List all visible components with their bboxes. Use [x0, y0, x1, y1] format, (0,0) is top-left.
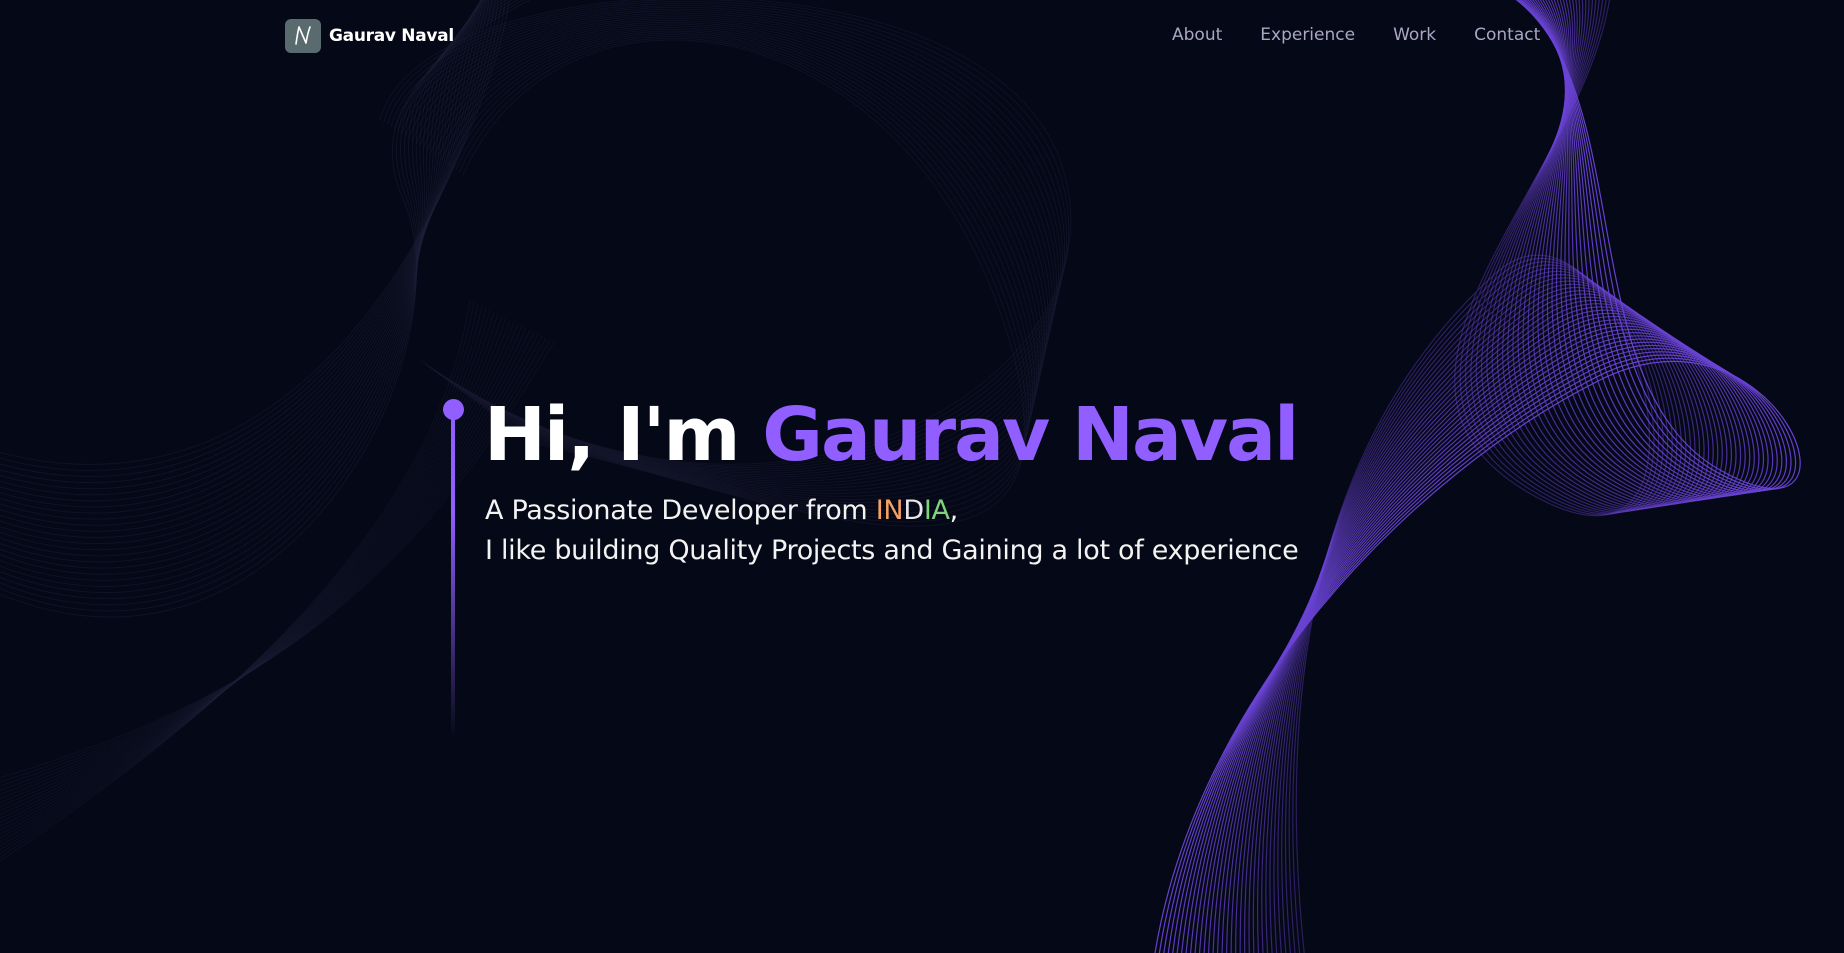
hero-accent-bar: [451, 417, 455, 739]
wave-line: [0, 301, 475, 858]
wave-line: [0, 0, 486, 514]
brand-home-link[interactable]: Gaurav Naval: [285, 19, 454, 53]
wave-line: [1248, 0, 1705, 953]
hero-line1-suffix: ,: [949, 495, 959, 526]
n-signature-logo-icon: [285, 19, 321, 53]
wave-line: [0, 339, 551, 783]
wave-line: [1230, 0, 1723, 953]
wave-line: [0, 317, 507, 827]
wave-line: [0, 313, 499, 835]
hero-greeting: Hi, I'm: [484, 392, 763, 478]
wave-line: [0, 341, 555, 779]
wave-line: [1244, 0, 1710, 953]
wave-line: [1226, 0, 1728, 953]
hero-title: Hi, I'm Gaurav Naval: [484, 383, 1299, 487]
page: Gaurav Naval About Experience Work Conta…: [0, 0, 1844, 953]
wave-line: [0, 303, 479, 855]
wave-line: [0, 309, 491, 843]
navbar: Gaurav Naval About Experience Work Conta…: [0, 0, 1844, 74]
wave-line: [0, 305, 483, 851]
country-letter: N: [883, 495, 904, 526]
country-letter: D: [903, 495, 924, 526]
wave-line: [1269, 0, 1682, 953]
wave-line: [1261, 0, 1691, 953]
wave-line: [0, 319, 511, 823]
nav-link-contact[interactable]: Contact: [1474, 25, 1540, 45]
wave-line: [1235, 0, 1719, 953]
wave-line: [0, 315, 503, 831]
nav-link-experience[interactable]: Experience: [1260, 25, 1355, 45]
wave-line: [0, 307, 487, 847]
wave-line: [0, 0, 495, 575]
wave-line: [1288, 0, 1660, 953]
wave-line: [0, 0, 490, 502]
wave-line: [1273, 0, 1678, 953]
hero-name: Gaurav Naval: [762, 392, 1299, 478]
wave-line: [1284, 0, 1664, 953]
wave-line: [1221, 0, 1732, 953]
nav-links: About Experience Work Contact: [1172, 25, 1540, 45]
wave-line: [0, 0, 488, 508]
wave-line: [1265, 0, 1687, 953]
wave-line: [1239, 0, 1714, 953]
brand-name: Gaurav Naval: [329, 26, 454, 46]
hero-subtitle: A Passionate Developer from INDIA, I lik…: [485, 491, 1299, 571]
wave-line: [1277, 0, 1673, 953]
nav-link-about[interactable]: About: [1172, 25, 1222, 45]
wave-line: [0, 323, 519, 816]
wave-line: [1281, 0, 1669, 953]
wave-line: [1295, 0, 1651, 953]
hero-country: INDIA: [876, 495, 950, 526]
wave-line: [1252, 0, 1701, 953]
wave-line: [0, 321, 515, 820]
nav-link-work[interactable]: Work: [1393, 25, 1436, 45]
country-letter: A: [931, 495, 950, 526]
wave-line: [1292, 0, 1655, 953]
wave-line: [1256, 0, 1696, 953]
hero-line2: I like building Quality Projects and Gai…: [485, 535, 1299, 566]
wave-line: [0, 0, 493, 496]
hero-line1-prefix: A Passionate Developer from: [485, 495, 876, 526]
wave-line: [0, 311, 495, 839]
hero-accent-line: [443, 399, 464, 739]
wave-line: [0, 337, 547, 787]
wave-line: [0, 299, 471, 862]
